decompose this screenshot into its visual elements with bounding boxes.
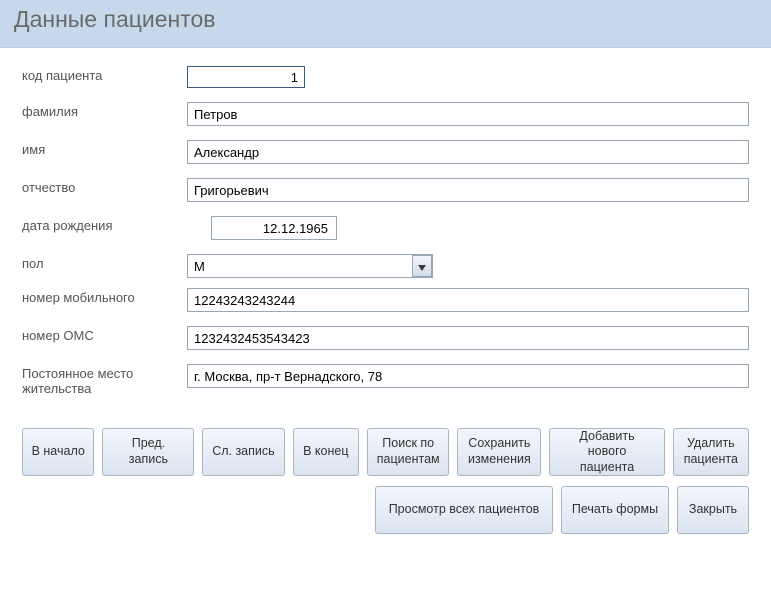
next-button[interactable]: Сл. запись (202, 428, 284, 476)
label-patronymic: отчество (22, 178, 187, 195)
label-surname: фамилия (22, 102, 187, 119)
form-title: Данные пациентов (0, 0, 771, 48)
label-name: имя (22, 140, 187, 157)
input-oms[interactable] (187, 326, 749, 350)
view-all-button[interactable]: Просмотр всех пациентов (375, 486, 553, 534)
label-address: Постоянное место жительства (22, 364, 187, 396)
button-row-1: В начало Пред. запись Сл. запись В конец… (0, 420, 771, 482)
search-button[interactable]: Поиск по пациентам (367, 428, 449, 476)
prev-button[interactable]: Пред. запись (102, 428, 194, 476)
input-sex[interactable] (187, 254, 433, 278)
input-address[interactable] (187, 364, 749, 388)
close-button[interactable]: Закрыть (677, 486, 749, 534)
label-oms: номер ОМС (22, 326, 187, 343)
label-patient-id: код пациента (22, 66, 187, 83)
input-mobile[interactable] (187, 288, 749, 312)
label-dob: дата рождения (22, 216, 187, 233)
first-button[interactable]: В начало (22, 428, 94, 476)
chevron-down-icon (418, 259, 426, 274)
input-dob[interactable] (211, 216, 337, 240)
form-body: код пациента фамилия имя отчество дата р… (0, 48, 771, 420)
sex-dropdown-button[interactable] (412, 255, 432, 277)
last-button[interactable]: В конец (293, 428, 360, 476)
print-button[interactable]: Печать формы (561, 486, 669, 534)
delete-button[interactable]: Удалить пациента (673, 428, 749, 476)
input-name[interactable] (187, 140, 749, 164)
add-new-button[interactable]: Добавить нового пациента (549, 428, 664, 476)
input-patronymic[interactable] (187, 178, 749, 202)
button-row-2: Просмотр всех пациентов Печать формы Зак… (0, 482, 771, 548)
input-patient-id[interactable] (187, 66, 305, 88)
label-mobile: номер мобильного (22, 288, 187, 305)
label-sex: пол (22, 254, 187, 271)
input-surname[interactable] (187, 102, 749, 126)
save-button[interactable]: Сохранить изменения (457, 428, 541, 476)
